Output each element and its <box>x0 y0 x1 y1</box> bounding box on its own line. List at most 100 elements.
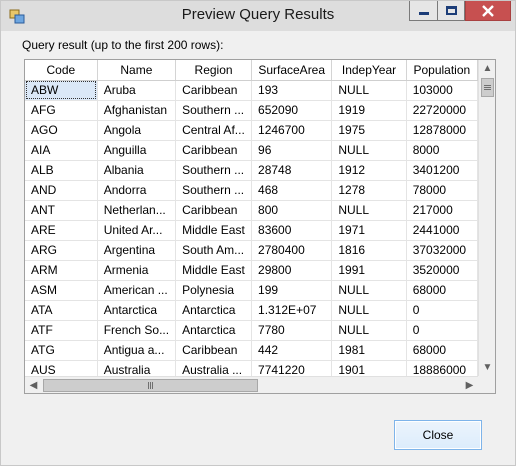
table-row[interactable]: ABW Aruba Caribbean 193 NULL 103000 <box>25 80 478 101</box>
table-cell[interactable]: Anguilla <box>97 140 177 161</box>
table-cell[interactable]: 217000 <box>406 200 478 221</box>
table-cell[interactable]: 2441000 <box>406 220 478 241</box>
table-cell[interactable]: AFG <box>25 100 98 121</box>
table-cell[interactable]: AIA <box>25 140 98 161</box>
table-cell[interactable]: Caribbean <box>175 340 253 361</box>
table-cell[interactable]: 1919 <box>331 100 407 121</box>
table-cell[interactable]: Southern ... <box>175 160 253 181</box>
table-cell[interactable]: 3401200 <box>406 160 478 181</box>
table-cell[interactable]: American ... <box>97 280 177 301</box>
table-cell[interactable]: 1975 <box>331 120 407 141</box>
table-row[interactable]: ASM American ... Polynesia 199 NULL 68000 <box>25 280 478 301</box>
column-header-surfacearea[interactable]: SurfaceArea <box>251 60 333 81</box>
table-cell[interactable]: 96 <box>251 140 333 161</box>
table-cell[interactable]: AND <box>25 180 98 201</box>
vertical-scrollbar[interactable]: ▲ ▼ <box>478 60 495 376</box>
table-cell[interactable]: 468 <box>251 180 333 201</box>
column-header-name[interactable]: Name <box>97 60 177 81</box>
table-cell[interactable]: Middle East <box>175 220 253 241</box>
table-cell[interactable]: 1816 <box>331 240 407 261</box>
scroll-left-arrow-icon[interactable]: ◀ <box>25 377 42 394</box>
table-cell[interactable]: AGO <box>25 120 98 141</box>
table-cell[interactable]: ANT <box>25 200 98 221</box>
vertical-scroll-thumb[interactable] <box>481 78 494 97</box>
table-cell[interactable]: Antarctica <box>97 300 177 321</box>
table-cell[interactable]: 0 <box>406 320 478 341</box>
table-cell[interactable]: AUS <box>25 360 98 376</box>
table-cell[interactable]: ATG <box>25 340 98 361</box>
title-bar[interactable]: Preview Query Results <box>1 1 515 31</box>
table-cell[interactable]: 28748 <box>251 160 333 181</box>
table-cell[interactable]: 12878000 <box>406 120 478 141</box>
table-cell[interactable]: 652090 <box>251 100 333 121</box>
table-cell[interactable]: Andorra <box>97 180 177 201</box>
table-cell[interactable]: ATA <box>25 300 98 321</box>
table-row[interactable]: AND Andorra Southern ... 468 1278 78000 <box>25 180 478 201</box>
table-cell[interactable]: 83600 <box>251 220 333 241</box>
table-cell[interactable]: ARG <box>25 240 98 261</box>
column-header-indepyear[interactable]: IndepYear <box>331 60 407 81</box>
table-cell[interactable]: Caribbean <box>175 200 253 221</box>
maximize-button[interactable] <box>437 1 465 21</box>
table-row[interactable]: AIA Anguilla Caribbean 96 NULL 8000 <box>25 140 478 161</box>
table-cell[interactable]: ARE <box>25 220 98 241</box>
table-cell[interactable]: 68000 <box>406 340 478 361</box>
table-cell[interactable]: Caribbean <box>175 140 253 161</box>
table-cell[interactable]: Antigua a... <box>97 340 177 361</box>
table-cell[interactable]: Caribbean <box>175 80 253 101</box>
table-cell[interactable]: 1991 <box>331 260 407 281</box>
table-cell[interactable]: 2780400 <box>251 240 333 261</box>
table-row[interactable]: AUS Australia Australia ... 7741220 1901 1888… <box>25 360 478 376</box>
horizontal-scrollbar[interactable]: ◀ ▶ <box>25 376 478 393</box>
table-cell[interactable]: Angola <box>97 120 177 141</box>
table-cell[interactable]: ATF <box>25 320 98 341</box>
table-cell[interactable]: Netherlan... <box>97 200 177 221</box>
table-cell[interactable]: Southern ... <box>175 180 253 201</box>
table-cell[interactable]: 1246700 <box>251 120 333 141</box>
scroll-right-arrow-icon[interactable]: ▶ <box>461 377 478 394</box>
table-cell[interactable]: 22720000 <box>406 100 478 121</box>
table-cell[interactable]: 103000 <box>406 80 478 101</box>
table-cell[interactable]: 0 <box>406 300 478 321</box>
table-cell[interactable]: Southern ... <box>175 100 253 121</box>
close-button[interactable]: Close <box>394 420 482 450</box>
table-row[interactable]: ANT Netherlan... Caribbean 800 NULL 217000 <box>25 200 478 221</box>
table-cell[interactable]: NULL <box>331 300 407 321</box>
table-cell[interactable]: Antarctica <box>175 320 253 341</box>
table-cell[interactable]: Central Af... <box>175 120 253 141</box>
table-cell[interactable]: NULL <box>331 320 407 341</box>
table-cell[interactable]: 37032000 <box>406 240 478 261</box>
column-header-region[interactable]: Region <box>175 60 253 81</box>
table-row[interactable]: ALB Albania Southern ... 28748 1912 3401200 <box>25 160 478 181</box>
table-row[interactable]: AFG Afghanistan Southern ... 652090 1919 2272… <box>25 100 478 121</box>
table-cell[interactable]: Argentina <box>97 240 177 261</box>
table-row[interactable]: AGO Angola Central Af... 1246700 1975 1287800… <box>25 120 478 141</box>
table-cell[interactable]: Albania <box>97 160 177 181</box>
table-cell[interactable]: 29800 <box>251 260 333 281</box>
table-row[interactable]: ATG Antigua a... Caribbean 442 1981 68000 <box>25 340 478 361</box>
table-cell[interactable]: 1901 <box>331 360 407 376</box>
table-cell[interactable]: Aruba <box>97 80 177 101</box>
table-cell[interactable]: ARM <box>25 260 98 281</box>
table-cell[interactable]: NULL <box>331 280 407 301</box>
table-cell[interactable]: NULL <box>331 80 407 101</box>
table-cell[interactable]: ALB <box>25 160 98 181</box>
table-cell[interactable]: NULL <box>331 200 407 221</box>
table-cell[interactable]: 7741220 <box>251 360 333 376</box>
table-row[interactable]: ARE United Ar... Middle East 83600 1971 24410… <box>25 220 478 241</box>
table-row[interactable]: ATF French So... Antarctica 7780 NULL 0 <box>25 320 478 341</box>
table-cell[interactable]: 8000 <box>406 140 478 161</box>
table-cell[interactable]: Afghanistan <box>97 100 177 121</box>
table-cell[interactable]: South Am... <box>175 240 253 261</box>
table-cell[interactable]: Middle East <box>175 260 253 281</box>
table-row[interactable]: ARM Armenia Middle East 29800 1991 3520000 <box>25 260 478 281</box>
table-cell[interactable]: 1981 <box>331 340 407 361</box>
table-cell[interactable]: 1278 <box>331 180 407 201</box>
table-cell[interactable]: 800 <box>251 200 333 221</box>
scroll-up-arrow-icon[interactable]: ▲ <box>479 60 496 77</box>
table-cell[interactable]: ASM <box>25 280 98 301</box>
table-cell[interactable]: Australia ... <box>175 360 253 376</box>
column-header-population[interactable]: Population <box>406 60 478 81</box>
scroll-down-arrow-icon[interactable]: ▼ <box>479 359 496 376</box>
table-cell[interactable]: 18886000 <box>406 360 478 376</box>
